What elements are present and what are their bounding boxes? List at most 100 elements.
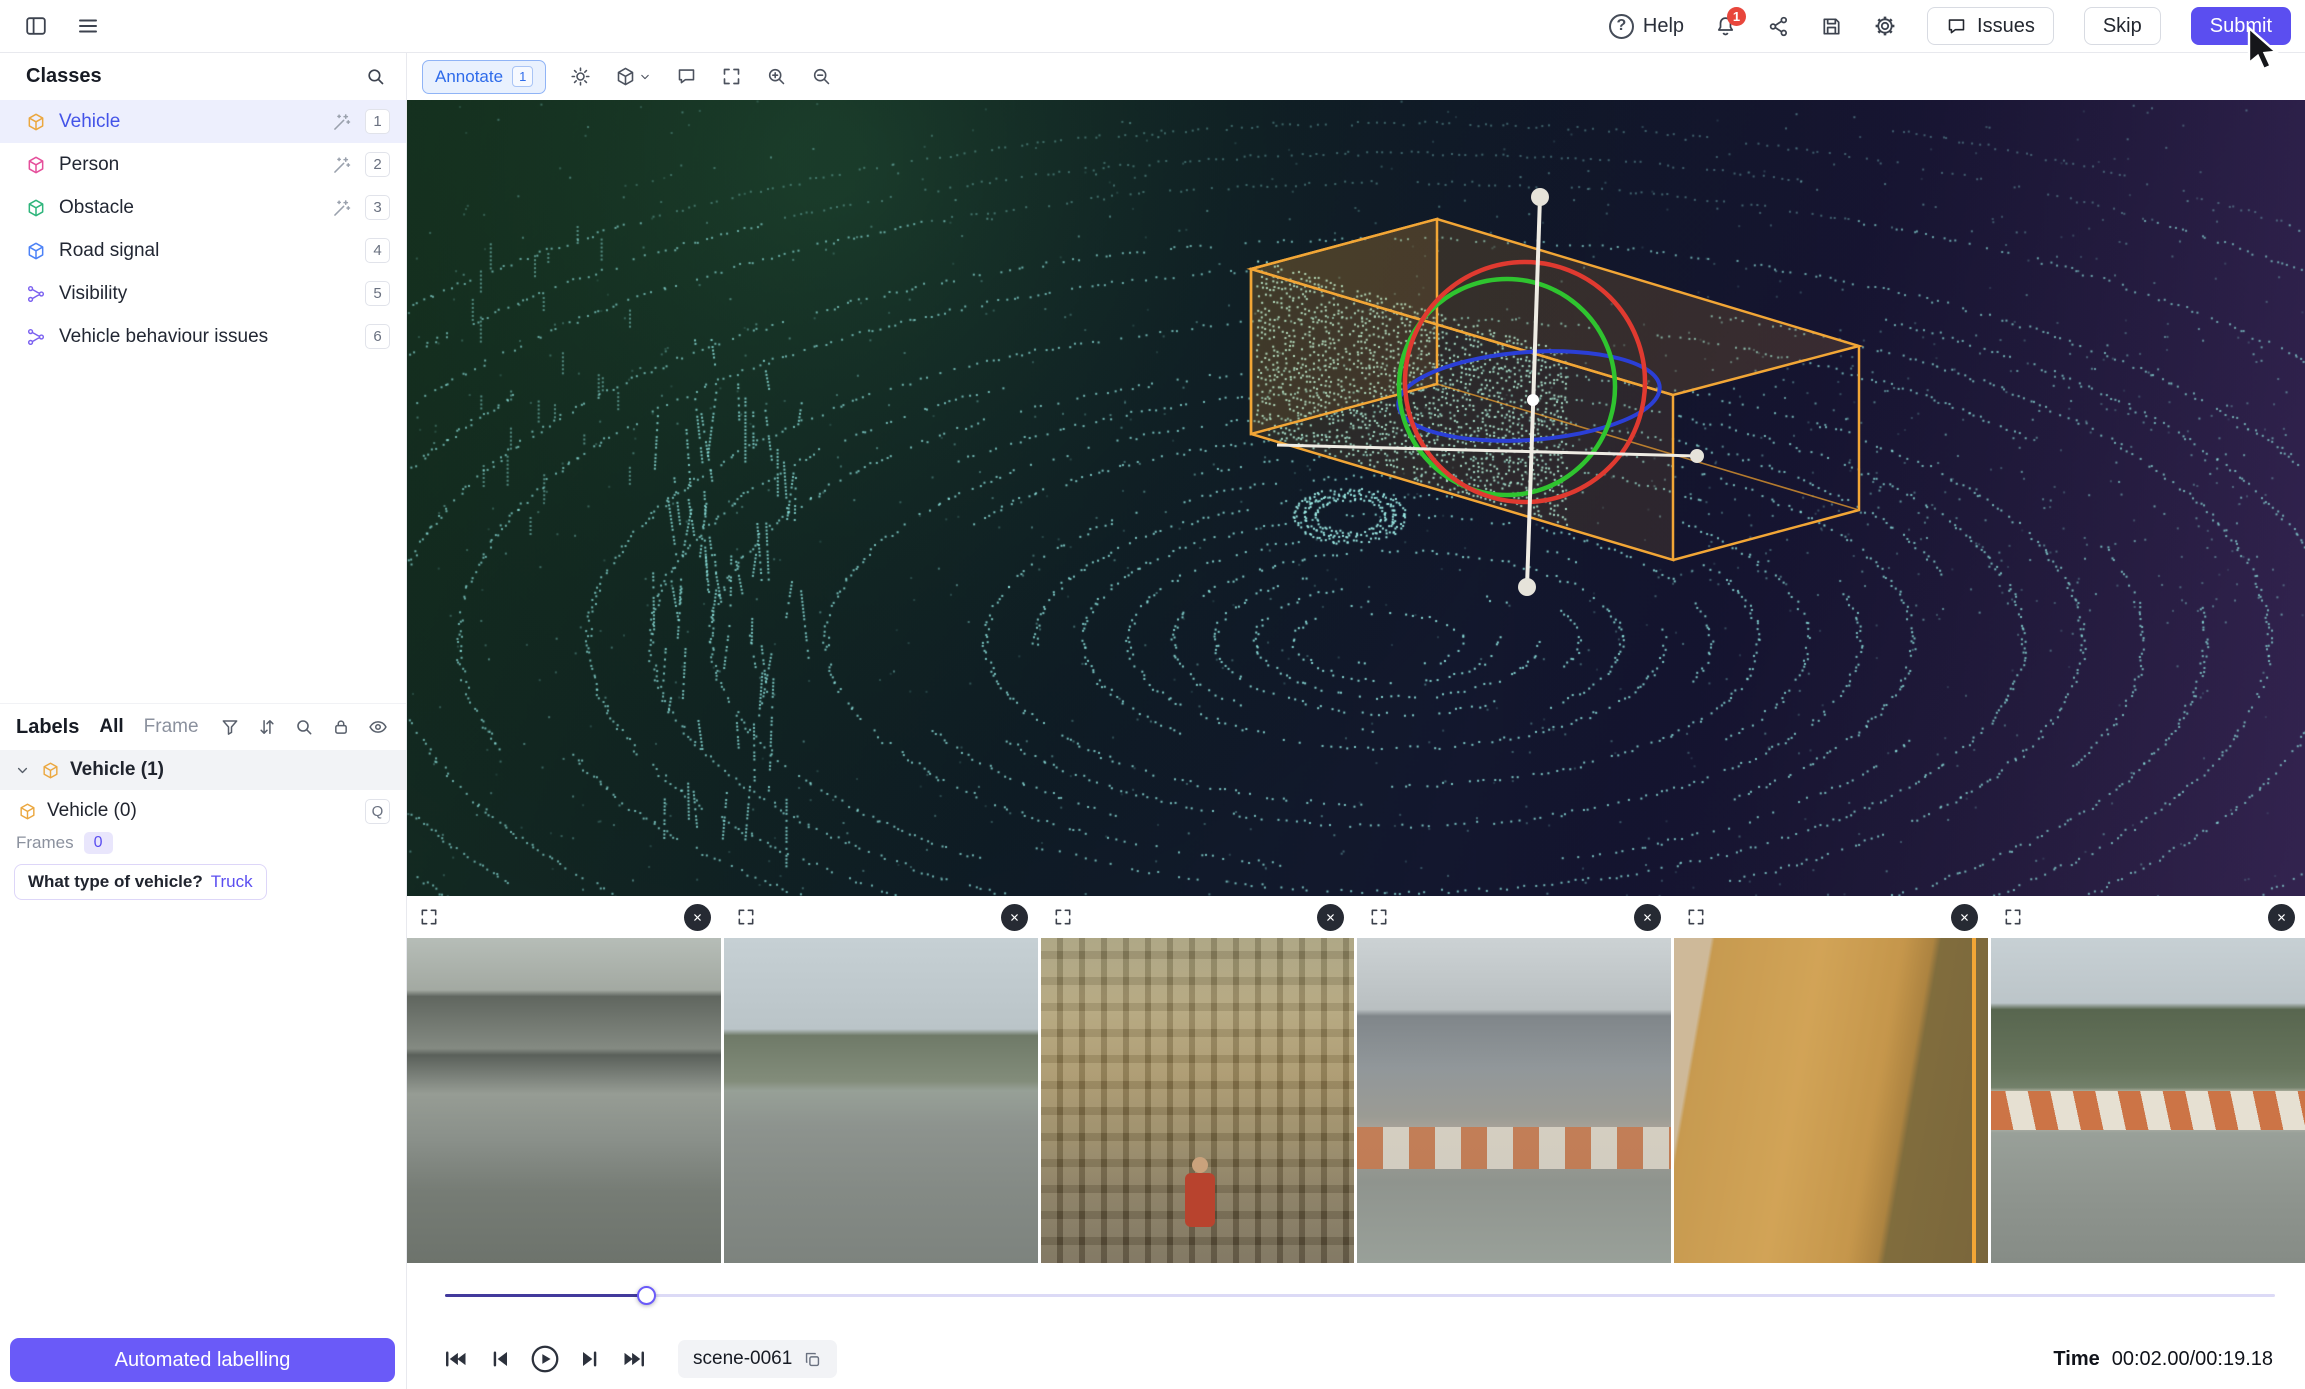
thumbnail-expand-button[interactable] — [2003, 907, 2023, 927]
camera-image[interactable] — [724, 938, 1038, 1263]
skip-to-start-button[interactable] — [435, 1339, 475, 1379]
label-item-vehicle[interactable]: Vehicle (0) Q — [0, 790, 406, 832]
save-button[interactable] — [1820, 15, 1843, 38]
timeline-track[interactable] — [445, 1294, 2275, 1297]
labels-panel: Labels All Frame Vehicle (1) Vehicle (0) — [0, 703, 406, 906]
submit-button[interactable]: Submit — [2191, 7, 2291, 45]
class-row-person[interactable]: Person 2 — [0, 143, 406, 186]
tab-all[interactable]: All — [99, 716, 123, 738]
thumbnail-close-button[interactable] — [1001, 904, 1028, 931]
gizmo-top-handle[interactable] — [1531, 188, 1549, 206]
camera-thumbnail-6 — [1991, 896, 2305, 1263]
label-item-badge[interactable]: Q — [365, 799, 390, 824]
thumbnail-expand-button[interactable] — [1053, 907, 1073, 927]
search-icon — [365, 66, 386, 87]
cube-icon — [26, 198, 46, 218]
thumbnail-close-button[interactable] — [1951, 904, 1978, 931]
thumbnail-close-button[interactable] — [684, 904, 711, 931]
tab-frame[interactable]: Frame — [144, 716, 199, 738]
bounding-box-3d[interactable] — [1251, 219, 1859, 560]
notifications-button[interactable]: 1 — [1714, 15, 1737, 38]
class-row-vehicle[interactable]: Vehicle 1 — [0, 100, 406, 143]
left-sidebar: Classes Vehicle 1 Person 2 Obstacle — [0, 53, 407, 1389]
comments-button[interactable] — [676, 66, 697, 87]
pointcloud-viewport[interactable] — [407, 100, 2305, 896]
help-button[interactable]: ? Help — [1609, 14, 1684, 39]
cuboid-tool-icon — [615, 66, 636, 87]
camera-image[interactable] — [1991, 938, 2305, 1263]
cube-icon — [26, 241, 46, 261]
zoom-in-button[interactable] — [766, 66, 787, 87]
auto-label-wand-icon[interactable] — [332, 155, 352, 175]
thumbnail-close-button[interactable] — [1317, 904, 1344, 931]
search-icon[interactable] — [294, 717, 314, 737]
skip-end-icon — [621, 1345, 649, 1373]
annotation-app: ? Help 1 Issues Skip Submit Classes — [0, 0, 2305, 1389]
thumbnail-expand-button[interactable] — [419, 907, 439, 927]
scene-id: scene-0061 — [693, 1348, 792, 1370]
auto-label-wand-icon[interactable] — [332, 112, 352, 132]
main-menu-button[interactable] — [76, 14, 100, 38]
label-group-vehicle[interactable]: Vehicle (1) — [0, 750, 406, 790]
gizmo-axis-handle[interactable] — [1690, 449, 1704, 463]
auto-label-wand-icon[interactable] — [332, 198, 352, 218]
filter-icon[interactable] — [220, 717, 240, 737]
thumbnail-expand-button[interactable] — [1369, 907, 1389, 927]
brightness-button[interactable] — [570, 66, 591, 87]
timeline-handle[interactable] — [637, 1286, 656, 1305]
time-label: Time — [2053, 1348, 2099, 1371]
gizmo-bottom-handle[interactable] — [1518, 578, 1536, 596]
zoom-out-button[interactable] — [811, 66, 832, 87]
vehicle-type-attribute-chip[interactable]: What type of vehicle? Truck — [14, 864, 267, 900]
expand-icon — [419, 907, 439, 927]
play-icon — [529, 1343, 561, 1375]
class-row-road-signal[interactable]: Road signal 4 — [0, 229, 406, 272]
class-row-vehicle-behaviour[interactable]: Vehicle behaviour issues 6 — [0, 315, 406, 358]
camera-image[interactable] — [1041, 938, 1355, 1263]
viewport-toolbar: Annotate 1 — [407, 53, 2305, 100]
next-frame-button[interactable] — [570, 1339, 610, 1379]
previous-frame-button[interactable] — [480, 1339, 520, 1379]
automated-labelling-button[interactable]: Automated labelling — [10, 1338, 395, 1382]
fullscreen-button[interactable] — [721, 66, 742, 87]
play-button[interactable] — [525, 1339, 565, 1379]
projected-box-edge — [1972, 938, 1976, 1263]
thumbnail-close-button[interactable] — [2268, 904, 2295, 931]
classes-search-button[interactable] — [365, 66, 386, 87]
class-row-visibility[interactable]: Visibility 5 — [0, 272, 406, 315]
pedestrian-figure — [1185, 1173, 1215, 1227]
chevron-down-icon[interactable] — [14, 762, 31, 779]
lock-icon[interactable] — [331, 717, 351, 737]
sidebar-toggle-button[interactable] — [24, 14, 48, 38]
expand-icon — [1053, 907, 1073, 927]
camera-thumbnail-4 — [1357, 896, 1671, 1263]
scene-id-chip[interactable]: scene-0061 — [678, 1340, 837, 1378]
class-row-obstacle[interactable]: Obstacle 3 — [0, 186, 406, 229]
cuboid-tool-dropdown[interactable] — [615, 66, 652, 87]
close-icon — [691, 911, 704, 924]
share-button[interactable] — [1767, 15, 1790, 38]
class-label: Obstacle — [59, 197, 134, 219]
thumbnail-close-button[interactable] — [1634, 904, 1661, 931]
cube-icon — [26, 112, 46, 132]
classes-header: Classes — [0, 53, 406, 100]
camera-image[interactable] — [1674, 938, 1988, 1263]
skip-to-end-button[interactable] — [615, 1339, 655, 1379]
annotate-tool-button[interactable]: Annotate 1 — [422, 60, 546, 94]
issues-button[interactable]: Issues — [1927, 7, 2054, 45]
eye-icon[interactable] — [368, 717, 388, 737]
camera-image[interactable] — [407, 938, 721, 1263]
timeline-slider[interactable] — [445, 1286, 2275, 1306]
thumbnail-expand-button[interactable] — [1686, 907, 1706, 927]
settings-button[interactable] — [1873, 14, 1897, 38]
gizmo-center-handle[interactable] — [1527, 394, 1539, 406]
camera-image[interactable] — [1357, 938, 1671, 1263]
class-hotkey: 4 — [365, 238, 390, 263]
comment-icon — [676, 66, 697, 87]
sort-icon[interactable] — [257, 717, 277, 737]
zoom-in-icon — [766, 66, 787, 87]
skip-button[interactable]: Skip — [2084, 7, 2161, 45]
copy-icon[interactable] — [803, 1350, 822, 1369]
label-group-title: Vehicle (1) — [70, 759, 164, 781]
thumbnail-expand-button[interactable] — [736, 907, 756, 927]
